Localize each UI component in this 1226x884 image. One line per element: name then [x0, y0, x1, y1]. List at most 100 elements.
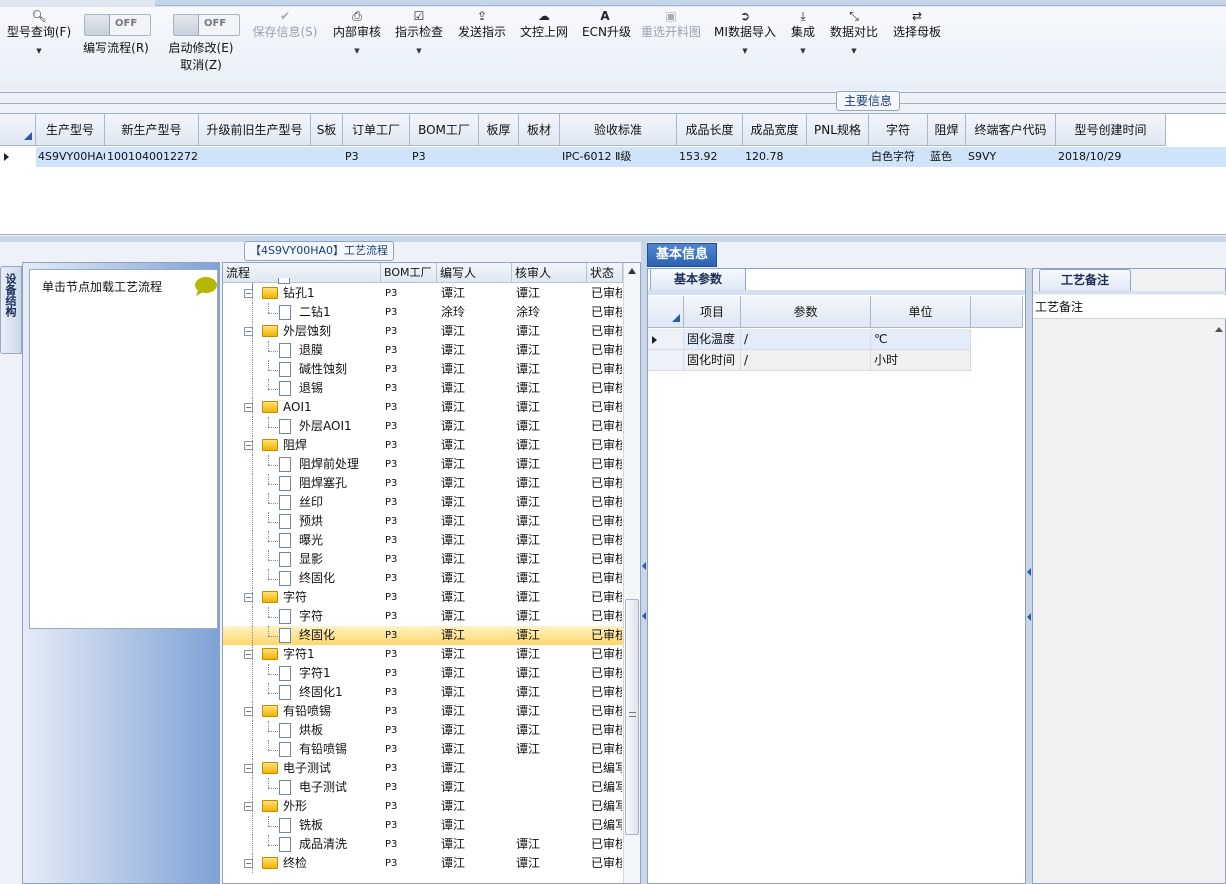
grid-cell[interactable]: S9VY [966, 147, 1056, 167]
collapse-left-icon[interactable] [1027, 613, 1031, 621]
grid-cell[interactable]: 10010400122728 [105, 147, 199, 167]
tree-row[interactable]: 丝印 P3 谭江 谭江 已审核 [223, 493, 623, 512]
tree-row[interactable]: 曝光 P3 谭江 谭江 已审核 [223, 531, 623, 550]
writer-col-header[interactable]: 编写人 [437, 263, 512, 283]
tree-row[interactable]: − 钻孔1 P3 谭江 谭江 已审核 [223, 284, 623, 303]
collapse-left-icon[interactable] [1027, 568, 1031, 576]
tree-row[interactable]: − 字符 P3 谭江 谭江 已审核 [223, 588, 623, 607]
device-tree[interactable]: 单击节点加载工艺流程 [29, 269, 218, 629]
internal-review-button[interactable]: ⎙ 内部审核 ▼ [332, 7, 382, 55]
grid-header[interactable]: 板材 [519, 114, 560, 146]
scroll-thumb[interactable] [625, 599, 639, 835]
grid-cell[interactable]: 153.92 [677, 147, 743, 167]
main-info-tab[interactable]: 主要信息 [836, 91, 900, 111]
grid-header[interactable]: 验收标准 [560, 114, 677, 146]
auto-modify-toggle[interactable]: OFF [173, 14, 240, 36]
integrate-button[interactable]: ⤓ 集成 ▼ [788, 7, 818, 55]
tree-row[interactable]: 终固化 P3 谭江 谭江 已审核 [223, 626, 623, 645]
tree-row[interactable]: 字符 P3 谭江 谭江 已审核 [223, 607, 623, 626]
item-cell[interactable]: 固化时间 [684, 350, 741, 371]
guide-check-button[interactable]: ☑ 指示检查 ▼ [394, 7, 444, 55]
unit-cell[interactable]: 小时 [871, 350, 971, 371]
scroll-up-icon[interactable] [1215, 327, 1223, 332]
collapse-toggle[interactable]: − [244, 593, 253, 602]
collapse-toggle[interactable]: − [244, 650, 253, 659]
collapse-toggle[interactable]: − [244, 802, 253, 811]
tree-row[interactable]: 阻焊塞孔 P3 谭江 谭江 已审核 [223, 474, 623, 493]
item-cell[interactable]: 固化温度 [684, 329, 741, 350]
grid-header[interactable]: 生产型号 [36, 114, 105, 146]
status-col-header[interactable]: 状态 [587, 263, 623, 283]
tree-row[interactable]: 退锡 P3 谭江 谭江 已审核 [223, 379, 623, 398]
tree-row[interactable]: 退膜 P3 谭江 谭江 已审核 [223, 341, 623, 360]
grid-header[interactable]: 型号创建时间 [1056, 114, 1166, 146]
grid-cell[interactable]: 蓝色 [928, 147, 966, 167]
tree-row[interactable]: 成品清洗 P3 谭江 谭江 已审核 [223, 835, 623, 854]
tree-row[interactable]: − 外形 P3 谭江 已编写 [223, 797, 623, 816]
grid-header[interactable]: 终端客户代码 [966, 114, 1056, 146]
reviewer-col-header[interactable]: 核审人 [512, 263, 587, 283]
grid-cell[interactable] [199, 147, 311, 167]
tree-row[interactable]: 预烘 P3 谭江 谭江 已审核 [223, 512, 623, 531]
vertical-splitter[interactable] [0, 236, 1226, 242]
grid-header[interactable]: 成品宽度 [743, 114, 807, 146]
tree-row[interactable]: 外层AOI1 P3 谭江 谭江 已审核 [223, 417, 623, 436]
tree-row[interactable]: 碱性蚀刻 P3 谭江 谭江 已审核 [223, 360, 623, 379]
tree-row[interactable]: 终固化 P3 谭江 谭江 已审核 [223, 569, 623, 588]
collapse-toggle[interactable]: − [244, 441, 253, 450]
chevron-down-icon[interactable]: ▼ [394, 47, 444, 55]
collapse-left-icon[interactable] [642, 562, 646, 570]
grid-cell[interactable]: IPC-6012 Ⅱ级 [560, 147, 677, 167]
chevron-down-icon[interactable]: ▼ [4, 47, 74, 55]
tree-row[interactable]: 字符1 P3 谭江 谭江 已审核 [223, 664, 623, 683]
collapse-toggle[interactable]: − [244, 764, 253, 773]
tree-row[interactable]: − AOI1 P3 谭江 谭江 已审核 [223, 398, 623, 417]
basic-params-tab[interactable]: 基本参数 [650, 268, 746, 290]
chevron-down-icon[interactable]: ▼ [788, 47, 818, 55]
param-col-header[interactable]: 参数 [741, 296, 871, 328]
row-indicator[interactable] [0, 147, 36, 167]
mi-import-button[interactable]: ➲ MI数据导入 ▼ [713, 7, 777, 55]
unit-col-header[interactable]: 单位 [871, 296, 971, 328]
select-mother-button[interactable]: ⇄ 选择母板 [892, 7, 942, 39]
tree-scrollbar[interactable] [623, 263, 640, 883]
grid-header[interactable]: S板 [311, 114, 343, 146]
tree-row[interactable]: 终固化1 P3 谭江 谭江 已审核 [223, 683, 623, 702]
tree-row[interactable]: 铣板 P3 谭江 已编写 [223, 816, 623, 835]
grid-cell[interactable]: P3 [343, 147, 410, 167]
grid-cell[interactable] [519, 147, 560, 167]
collapse-left-icon[interactable] [642, 612, 646, 620]
grid-header[interactable]: 阻焊 [928, 114, 966, 146]
save-button[interactable]: ✔ 保存信息(S) [250, 7, 320, 39]
tree-row[interactable]: − 有铅喷锡 P3 谭江 谭江 已审核 [223, 702, 623, 721]
item-col-header[interactable]: 项目 [684, 296, 741, 328]
grid-cell[interactable]: P3 [410, 147, 479, 167]
chevron-down-icon[interactable]: ▼ [332, 47, 382, 55]
collapse-toggle[interactable]: − [244, 289, 253, 298]
grid-cell[interactable] [479, 147, 519, 167]
query-button[interactable]: 🔍︎ 型号查询(F) ▼ [4, 7, 74, 55]
tree-row[interactable]: 电子测试 P3 谭江 已编写 [223, 778, 623, 797]
tree-row[interactable]: 显影 P3 谭江 谭江 已审核 [223, 550, 623, 569]
param-cell[interactable]: / [741, 329, 871, 350]
row-indicator[interactable] [648, 329, 684, 350]
basic-info-tab[interactable]: 基本信息 [647, 243, 717, 267]
send-guide-button[interactable]: ⇪ 发送指示 [457, 7, 507, 39]
tree-row[interactable]: − 阻焊 P3 谭江 谭江 已审核 [223, 436, 623, 455]
tree-row[interactable]: 烘板 P3 谭江 谭江 已审核 [223, 721, 623, 740]
grid-cell[interactable]: 2018/10/29 [1056, 147, 1166, 167]
chevron-down-icon[interactable]: ▼ [828, 47, 880, 55]
write-flow-toggle[interactable]: OFF [84, 14, 151, 36]
process-remark-tab[interactable]: 工艺备注 [1039, 269, 1131, 291]
tree-row[interactable]: − 外层蚀刻 P3 谭江 谭江 已审核 [223, 322, 623, 341]
bom-col-header[interactable]: BOM工厂 [381, 263, 437, 283]
grid-header[interactable]: PNL规格 [807, 114, 869, 146]
grid-cell[interactable]: 120.78 [743, 147, 807, 167]
tree-row[interactable]: 有铅喷锡 P3 谭江 谭江 已审核 [223, 740, 623, 759]
param-cell[interactable]: / [741, 350, 871, 371]
collapse-toggle[interactable]: − [244, 707, 253, 716]
grid-header[interactable]: 板厚 [479, 114, 519, 146]
grid-header[interactable]: BOM工厂 [410, 114, 479, 146]
grid-header[interactable]: 升级前旧生产型号 [199, 114, 311, 146]
chevron-down-icon[interactable]: ▼ [713, 47, 777, 55]
